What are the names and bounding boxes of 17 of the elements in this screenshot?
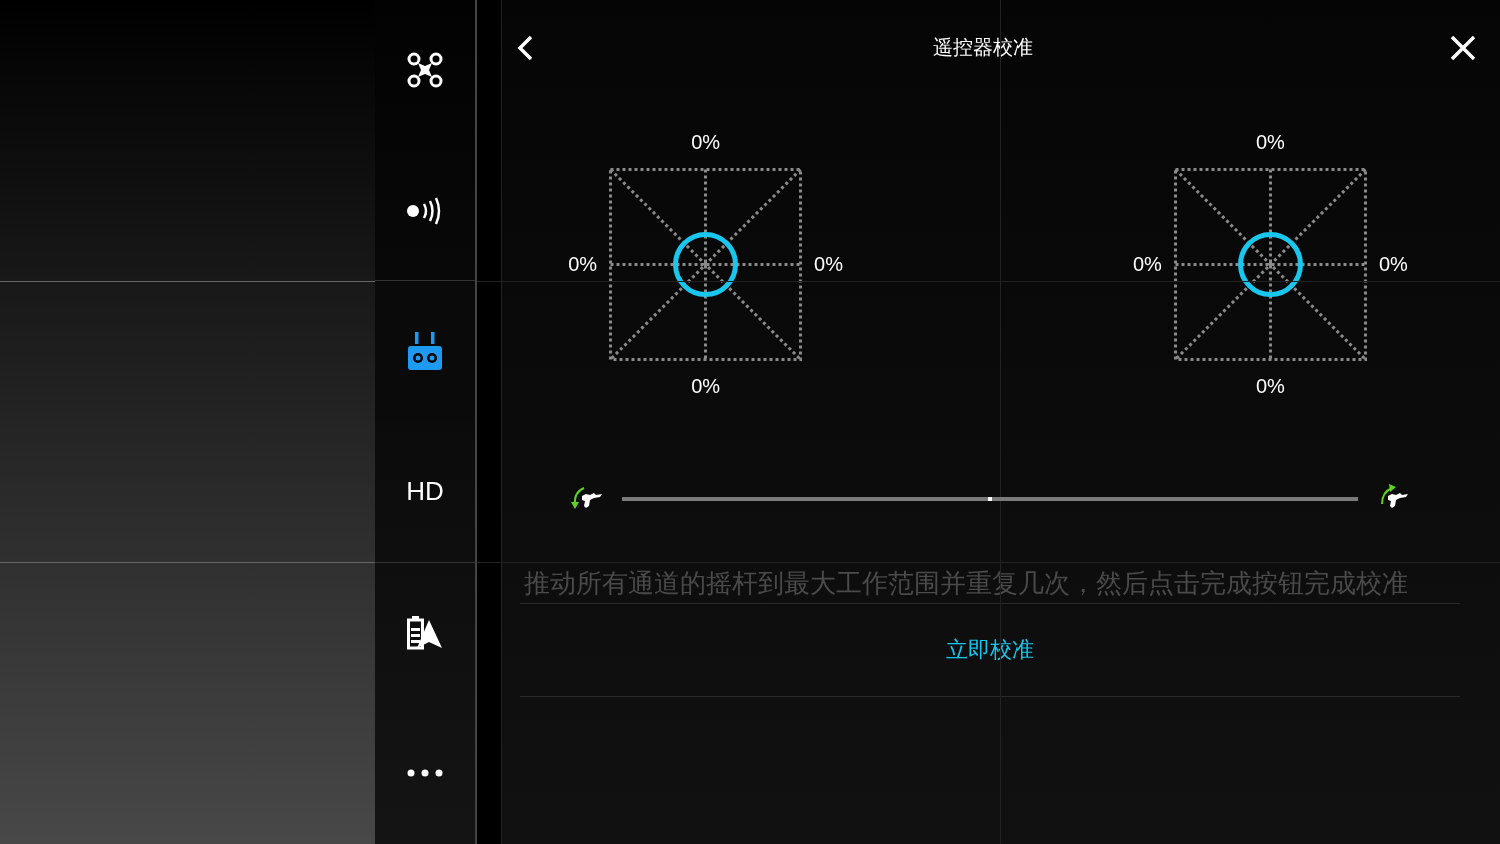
stick-reading: 0%: [691, 375, 721, 398]
slider-thumb[interactable]: [988, 497, 992, 501]
stick-reading: 0%: [568, 253, 598, 276]
more-icon: [407, 769, 443, 778]
stick-reading: 0%: [1133, 253, 1162, 276]
calibrate-link[interactable]: 立即校准: [942, 631, 1038, 669]
stick-reading: 0%: [1255, 375, 1285, 398]
remote-controller-icon: [408, 332, 442, 371]
page-title: 遥控器校准: [933, 34, 1034, 61]
stick-reading: 0%: [814, 253, 843, 276]
battery-navigation-icon: [407, 615, 443, 650]
stick-reading: 0%: [1255, 131, 1285, 154]
sidebar-item[interactable]: HD: [375, 422, 475, 563]
stick-reading: 0%: [691, 131, 721, 154]
stick-reading: 0%: [1378, 253, 1408, 276]
drone-icon: [406, 50, 444, 89]
dial-slider[interactable]: [622, 497, 1358, 501]
